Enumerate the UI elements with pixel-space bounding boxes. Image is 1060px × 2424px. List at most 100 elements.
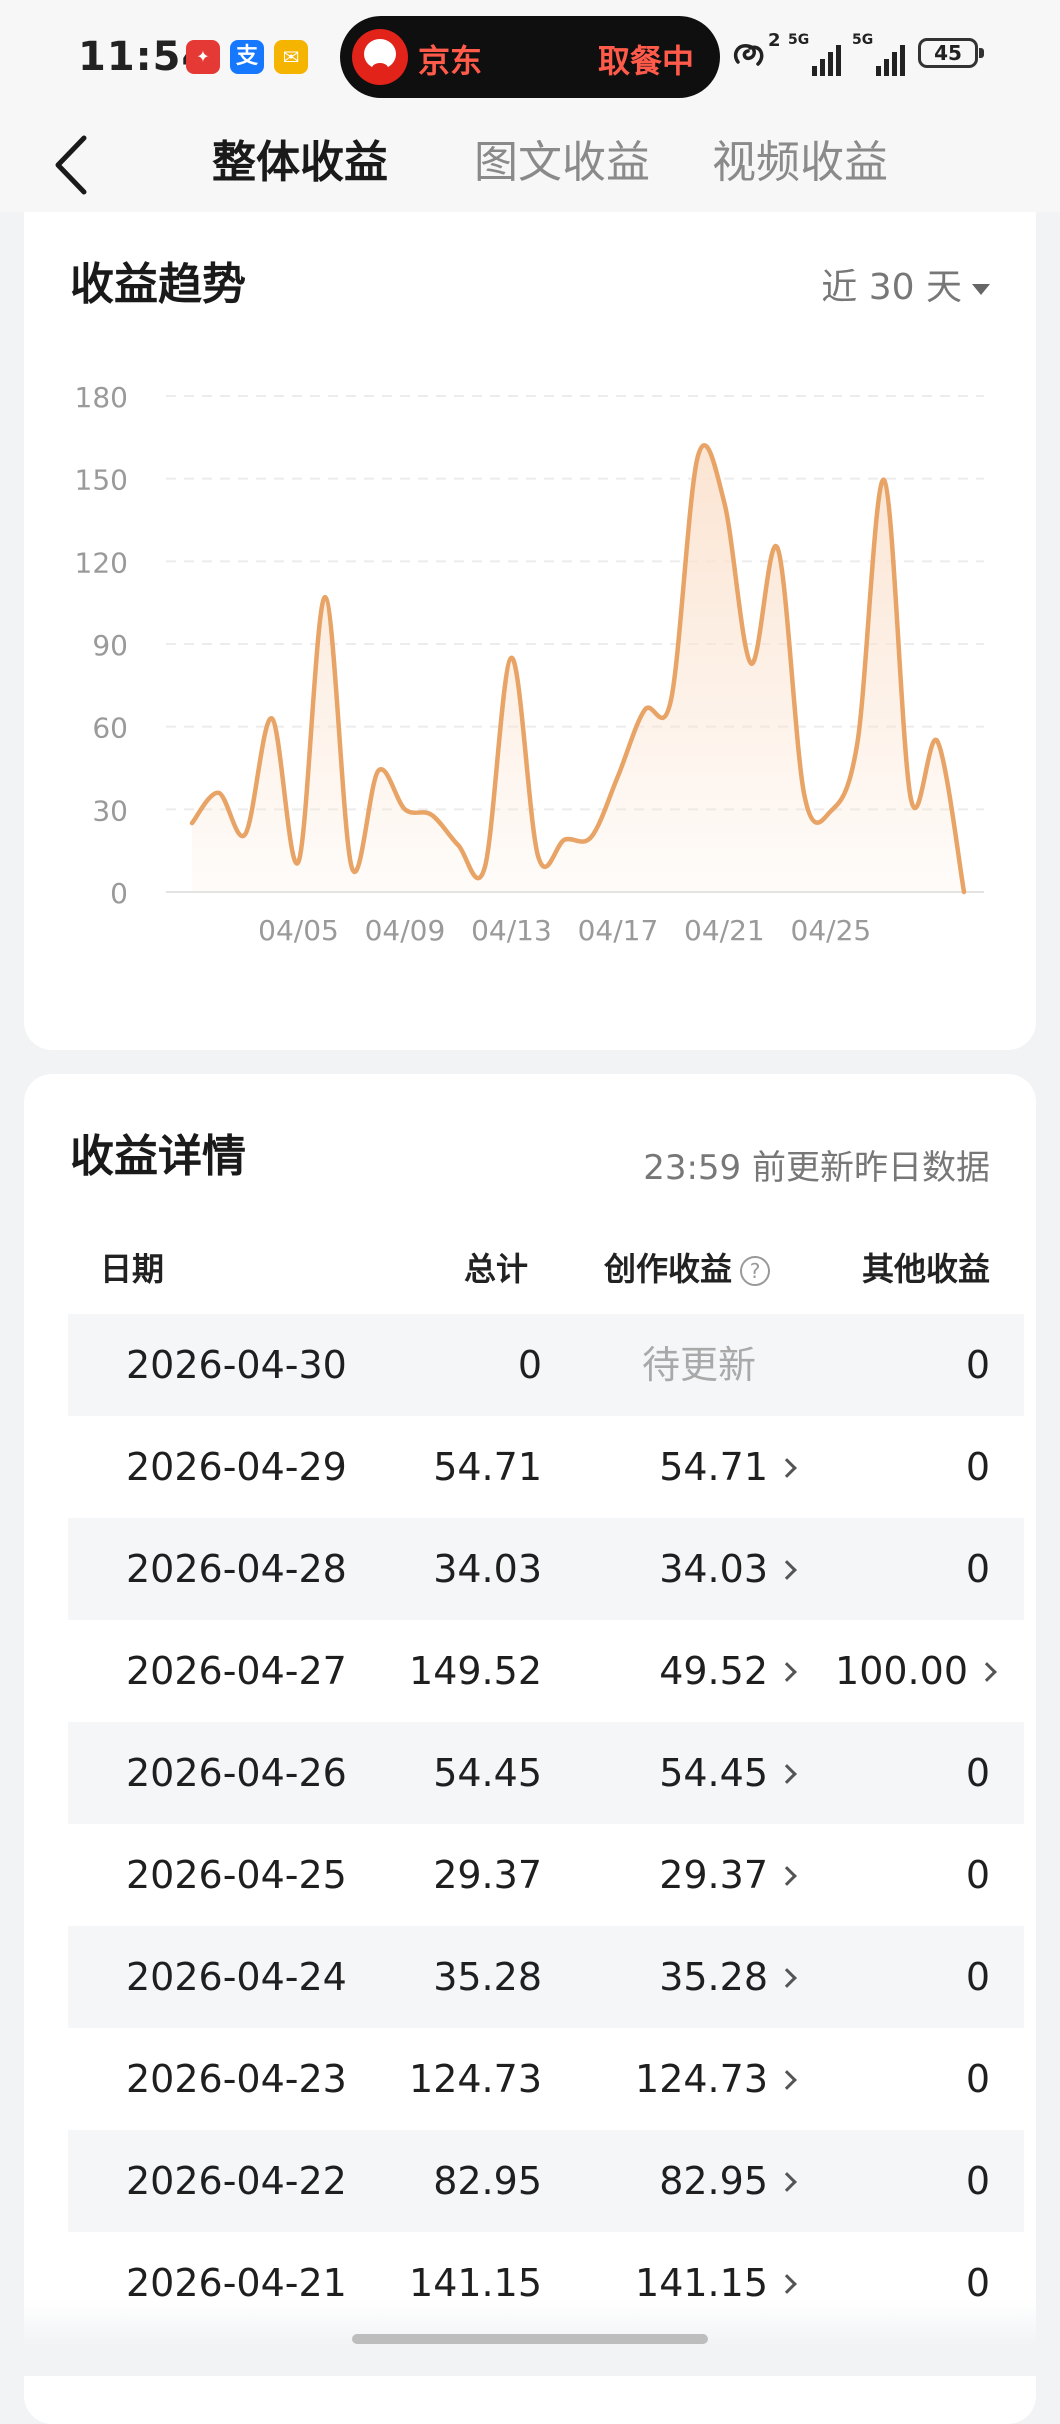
- row-date: 2026-04-25: [126, 1853, 347, 1897]
- tab-overall-earnings[interactable]: 整体收益: [212, 126, 388, 190]
- row-creation-value: 29.37: [659, 1853, 768, 1897]
- row-other: 0: [965, 1547, 990, 1591]
- hd-label: 2: [768, 30, 781, 51]
- column-header-creation-label: 创作收益: [603, 1250, 732, 1288]
- row-date: 2026-04-28: [126, 1547, 347, 1591]
- earnings-table: 2026-04-30 0 待更新 0 2026-04-29 54.71 54.71 0 2026…: [68, 1314, 1024, 2334]
- row-creation[interactable]: 124.73: [635, 2028, 797, 2130]
- row-creation-value: 54.45: [659, 1751, 768, 1795]
- row-other: 0: [965, 1445, 990, 1489]
- row-other: 0: [965, 1343, 990, 1387]
- row-other: 0: [965, 2159, 990, 2203]
- row-other: 0: [965, 1955, 990, 1999]
- tab-video-earnings[interactable]: 视频收益: [712, 126, 888, 190]
- row-creation[interactable]: 54.71: [659, 1416, 797, 1518]
- chevron-right-icon: [777, 2171, 797, 2192]
- row-creation[interactable]: 54.45: [659, 1722, 797, 1824]
- live-activity-status: 取餐中: [597, 42, 694, 80]
- help-question-icon[interactable]: ?: [740, 1256, 770, 1286]
- earnings-trend-card: 收益趋势 近 30 天 0 30 60 90 120 150 180 04/05 04/09 04…: [24, 212, 1036, 1050]
- row-date: 2026-04-29: [126, 1445, 347, 1489]
- news-app-icon: ✦: [186, 40, 220, 74]
- x-tick-label: 04/05: [258, 914, 339, 947]
- battery-level: 45: [934, 41, 962, 65]
- table-row[interactable]: 2026-04-24 35.28 35.28 0: [68, 1926, 1024, 2028]
- table-row[interactable]: 2026-04-23 124.73 124.73 0: [68, 2028, 1024, 2130]
- row-total: 82.95: [433, 2159, 542, 2203]
- row-creation[interactable]: 29.37: [659, 1824, 797, 1926]
- row-total: 0: [517, 1343, 542, 1387]
- signal-1-label: 5G: [788, 32, 810, 48]
- hd-call-icon: [733, 44, 764, 66]
- row-date: 2026-04-27: [126, 1649, 347, 1693]
- system-icons: 2 5G 5G 45: [730, 30, 990, 80]
- row-creation-value: 34.03: [659, 1547, 768, 1591]
- row-other-value: 100.00: [835, 1649, 968, 1693]
- row-creation-value: 35.28: [659, 1955, 768, 1999]
- y-tick-label: 90: [92, 629, 128, 662]
- row-date: 2026-04-26: [126, 1751, 347, 1795]
- table-row[interactable]: 2026-04-30 0 待更新 0: [68, 1314, 1024, 1416]
- column-header-date: 日期: [100, 1250, 165, 1288]
- battery-icon: 45: [918, 38, 984, 68]
- x-tick-label: 04/21: [684, 914, 765, 947]
- chevron-right-icon: [777, 1967, 797, 1988]
- table-row[interactable]: 2026-04-27 149.52 49.52 100.00: [68, 1620, 1024, 1722]
- y-tick-label: 150: [75, 464, 128, 497]
- y-tick-label: 60: [92, 712, 128, 745]
- row-total: 34.03: [433, 1547, 542, 1591]
- row-date: 2026-04-23: [126, 2057, 347, 2101]
- chevron-right-icon: [777, 2069, 797, 2090]
- row-creation: 待更新: [641, 1343, 756, 1387]
- chevron-right-icon: [777, 1457, 797, 1478]
- table-row[interactable]: 2026-04-29 54.71 54.71 0: [68, 1416, 1024, 1518]
- status-bar: 11:54 ✦ 支 ✉ 京东 取餐中 2 5G 5G 45: [0, 0, 1060, 112]
- row-total: 54.45: [433, 1751, 542, 1795]
- mail-app-icon: ✉: [274, 40, 308, 74]
- row-other: 0: [965, 1853, 990, 1897]
- row-creation[interactable]: 34.03: [659, 1518, 797, 1620]
- row-date: 2026-04-30: [126, 1343, 347, 1387]
- table-row[interactable]: 2026-04-22 82.95 82.95 0: [68, 2130, 1024, 2232]
- earnings-trend-chart: 0 30 60 90 120 150 180 04/05 04/09 04/13 04/17 04/2…: [75, 381, 984, 947]
- row-total: 35.28: [433, 1955, 542, 1999]
- signal-2-label: 5G: [852, 32, 874, 48]
- alipay-icon: 支: [230, 40, 264, 74]
- chevron-right-icon: [777, 2273, 797, 2294]
- y-tick-label: 0: [110, 877, 128, 910]
- y-tick-label: 120: [75, 546, 128, 579]
- row-creation[interactable]: 35.28: [659, 1926, 797, 2028]
- chevron-right-icon: [777, 1865, 797, 1886]
- x-tick-label: 04/25: [791, 914, 872, 947]
- x-tick-label: 04/17: [578, 914, 659, 947]
- live-activity-pill[interactable]: 京东 取餐中: [340, 16, 720, 98]
- detail-title: 收益详情: [70, 1131, 246, 1182]
- back-arrow-icon[interactable]: [46, 132, 102, 198]
- row-creation-value: 141.15: [635, 2261, 768, 2305]
- update-note: 23:59 前更新昨日数据: [643, 1148, 990, 1188]
- y-tick-label: 30: [92, 794, 128, 827]
- row-creation[interactable]: 49.52: [659, 1620, 797, 1722]
- home-indicator[interactable]: [352, 2334, 708, 2344]
- row-total: 29.37: [433, 1853, 542, 1897]
- row-date: 2026-04-24: [126, 1955, 347, 1999]
- top-nav: 整体收益 图文收益 视频收益: [0, 112, 1060, 212]
- row-total: 149.52: [409, 1649, 542, 1693]
- tab-article-earnings[interactable]: 图文收益: [474, 126, 650, 190]
- y-tick-label: 180: [75, 381, 128, 414]
- series-area: [192, 445, 964, 892]
- chevron-right-icon: [777, 1763, 797, 1784]
- row-other[interactable]: 100.00: [835, 1620, 997, 1722]
- table-row[interactable]: 2026-04-28 34.03 34.03 0: [68, 1518, 1024, 1620]
- signal-1-icon: 5G: [788, 32, 844, 76]
- row-other: 0: [965, 1751, 990, 1795]
- live-activity-app: 京东: [418, 42, 483, 80]
- table-row[interactable]: 2026-04-25 29.37 29.37 0: [68, 1824, 1024, 1926]
- row-creation-value: 49.52: [659, 1649, 768, 1693]
- row-other: 0: [965, 2057, 990, 2101]
- row-creation[interactable]: 82.95: [659, 2130, 797, 2232]
- x-tick-label: 04/09: [365, 914, 446, 947]
- signal-2-icon: 5G: [852, 32, 908, 76]
- chevron-right-icon: [777, 1559, 797, 1580]
- table-row[interactable]: 2026-04-26 54.45 54.45 0: [68, 1722, 1024, 1824]
